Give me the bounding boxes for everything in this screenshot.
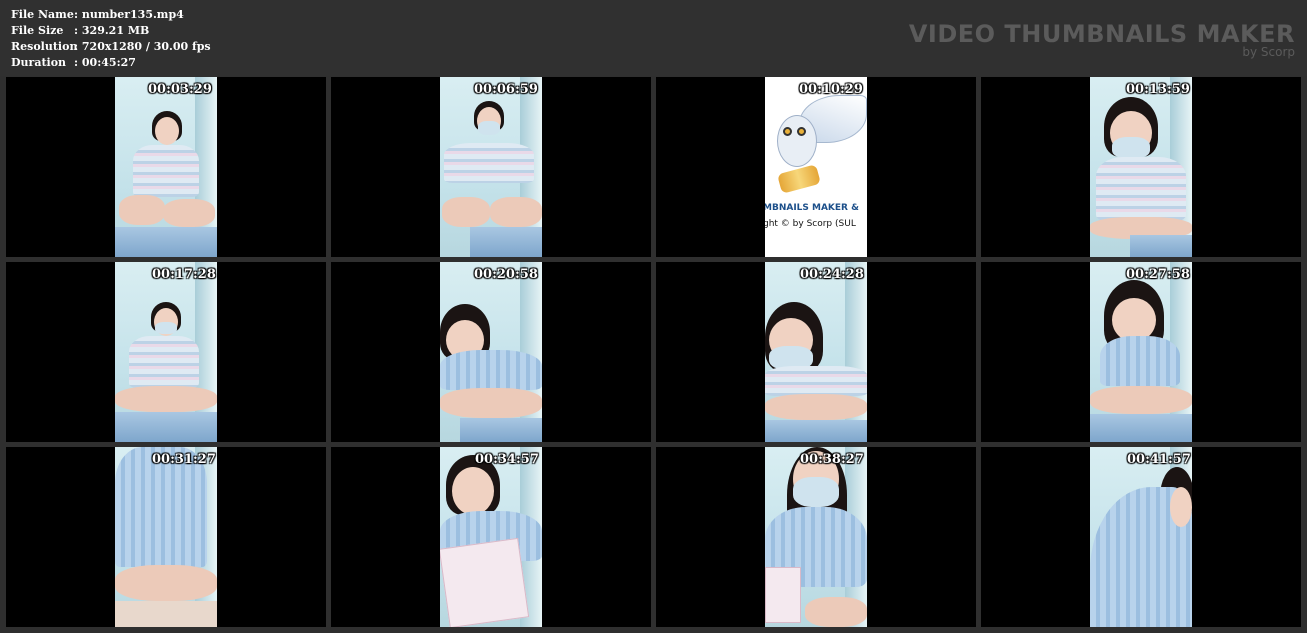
thumbnail-cell[interactable]: 00:13:59 <box>981 77 1301 257</box>
thumbnail-image <box>440 262 542 442</box>
thumbnail-image <box>765 262 867 442</box>
thumbnail-cell[interactable]: 00:17:28 <box>6 262 326 442</box>
file-name-label: File Name <box>11 8 74 21</box>
thumbnail-cell[interactable]: 00:06:59 <box>331 77 651 257</box>
duration-row: Duration : 00:45:27 <box>11 55 211 71</box>
thumbnail-image <box>1090 447 1192 627</box>
watermark-line-1: MBNAILS MAKER & <box>765 203 859 213</box>
book-icon <box>765 567 801 623</box>
thumbnail-image <box>1090 77 1192 257</box>
thumbnail-image <box>440 447 542 627</box>
thumbnail-image <box>115 77 217 257</box>
timestamp-label: 00:27:58 <box>1126 267 1190 282</box>
thumbnail-cell[interactable]: 00:31:27 <box>6 447 326 627</box>
thumbnail-image <box>440 77 542 257</box>
duration-value: : 00:45:27 <box>74 56 136 69</box>
watermark-line-2: ght © by Scorp (SUL <box>765 219 856 229</box>
timestamp-label: 00:03:29 <box>148 82 212 97</box>
file-name-row: File Name : number135.mp4 <box>11 7 211 23</box>
thumbnail-cell[interactable]: MBNAILS MAKER & ght © by Scorp (SUL 00:1… <box>656 77 976 257</box>
timestamp-label: 00:31:27 <box>152 452 216 467</box>
brand-title: VIDEO THUMBNAILS MAKER <box>908 20 1295 48</box>
duration-label: Duration <box>11 56 67 69</box>
timestamp-label: 00:13:59 <box>1126 82 1190 97</box>
timestamp-label: 00:41:57 <box>1127 452 1191 467</box>
resolution-value: : 720x1280 / 30.00 fps <box>74 40 211 53</box>
file-size-value: : 329.21 MB <box>74 24 150 37</box>
file-info-panel: File Name : number135.mp4 File Size : 32… <box>11 7 211 71</box>
thumbnail-cell[interactable]: 00:27:58 <box>981 262 1301 442</box>
thumbnail-cell[interactable]: 00:24:28 <box>656 262 976 442</box>
timestamp-label: 00:38:27 <box>800 452 864 467</box>
timestamp-label: 00:24:28 <box>800 267 864 282</box>
timestamp-label: 00:06:59 <box>474 82 538 97</box>
thumbnail-image <box>115 262 217 442</box>
thumbnail-cell[interactable]: 00:38:27 <box>656 447 976 627</box>
thumbnail-cell[interactable]: 00:20:58 <box>331 262 651 442</box>
thumbnail-cell[interactable]: 00:03:29 <box>6 77 326 257</box>
file-size-label: File Size <box>11 24 64 37</box>
book-icon <box>440 537 530 627</box>
thumbnail-grid: 00:03:29 00:06:59 MBNAILS MAKER & ght © … <box>6 77 1301 627</box>
thumbnail-image <box>115 447 217 627</box>
resolution-row: Resolution : 720x1280 / 30.00 fps <box>11 39 211 55</box>
file-size-row: File Size : 329.21 MB <box>11 23 211 39</box>
resolution-label: Resolution <box>11 40 78 53</box>
brand-logo: VIDEO THUMBNAILS MAKER by Scorp <box>909 20 1295 58</box>
thumbnail-cell[interactable]: 00:34:57 <box>331 447 651 627</box>
file-info-header: File Name : number135.mp4 File Size : 32… <box>0 0 1307 76</box>
thumbnail-image <box>765 447 867 627</box>
thumbnail-image: MBNAILS MAKER & ght © by Scorp (SUL <box>765 77 867 257</box>
thumbnail-cell[interactable]: 00:41:57 <box>981 447 1301 627</box>
timestamp-label: 00:10:29 <box>799 82 863 97</box>
thumbnail-image <box>1090 262 1192 442</box>
owl-icon <box>777 115 817 167</box>
timestamp-label: 00:17:28 <box>152 267 216 282</box>
timestamp-label: 00:34:57 <box>475 452 539 467</box>
timestamp-label: 00:20:58 <box>474 267 538 282</box>
file-name-value: : number135.mp4 <box>74 8 184 21</box>
